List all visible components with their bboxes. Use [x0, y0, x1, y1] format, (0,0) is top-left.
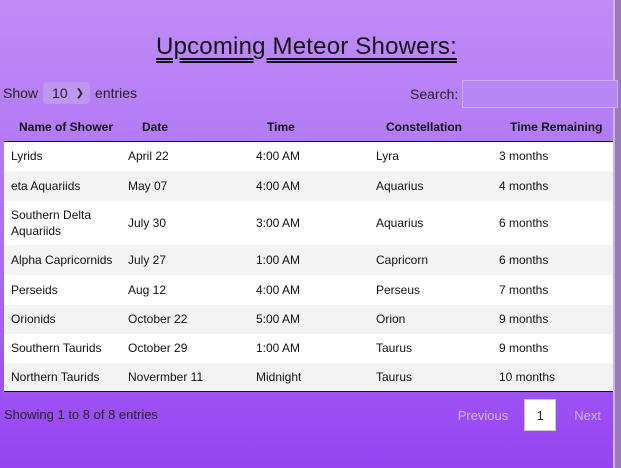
search-input[interactable] [462, 80, 619, 108]
chevron-down-icon: ❯ [75, 87, 85, 99]
window-edge [613, 0, 621, 468]
cell-constellation: Capricorn [376, 252, 429, 267]
entries-select-value: 10 [52, 85, 68, 101]
table-row: Orionids October 22 5:00 AM Orion 9 mont… [4, 304, 613, 334]
cell-time: 1:00 AM [256, 341, 301, 355]
table-row: Lyrids April 22 4:00 AM Lyra 3 months [4, 141, 613, 171]
cell-time: 3:00 AM [256, 215, 301, 230]
cell-time-remaining: 4 months [499, 178, 549, 193]
cell-time: 4:00 AM [256, 282, 301, 297]
cell-time-remaining: 9 months [499, 341, 549, 355]
table-row: Perseids Aug 12 4:00 AM Perseus 7 months [4, 274, 613, 305]
next-page-button[interactable]: Next [574, 408, 601, 423]
column-header-date[interactable]: Date [128, 113, 256, 142]
previous-page-button[interactable]: Previous [458, 408, 509, 423]
cell-time: 1:00 AM [256, 252, 301, 267]
cell-time: Midnight [256, 362, 376, 392]
cell-constellation: Aquarius [376, 178, 424, 193]
cell-date: July 30 [128, 215, 167, 230]
column-header-constellation[interactable]: Constellation [376, 113, 499, 142]
entries-length-control: Show 10 ❯ entries [3, 82, 137, 104]
entries-select[interactable]: 10 ❯ [43, 82, 91, 104]
cell-constellation: Lyra [376, 149, 399, 164]
cell-name: Southern Taurids [11, 341, 102, 355]
cell-constellation: Orion [376, 312, 406, 326]
column-header-time-remaining[interactable]: Time Remaining [499, 113, 613, 142]
table-header-row: Name of Shower Date Time Constellation T… [4, 113, 613, 142]
table-row: Alpha Capricornids July 27 1:00 AM Capri… [4, 244, 613, 275]
column-header-name[interactable]: Name of Shower [4, 113, 128, 142]
cell-time-remaining: 3 months [499, 149, 549, 164]
cell-name: eta Aquariids [11, 178, 81, 193]
cell-constellation: Aquarius [376, 215, 424, 230]
cell-date: July 27 [128, 252, 167, 267]
cell-constellation: Taurus [376, 341, 413, 355]
cell-date: April 22 [128, 149, 169, 164]
table-row: Northern Taurids Novermber 11 Midnight T… [4, 362, 613, 392]
cell-name: Perseids [11, 282, 58, 297]
cell-date: October 29 [128, 341, 188, 355]
cell-time-remaining: 7 months [499, 282, 549, 297]
cell-date: Novermber 11 [128, 362, 256, 392]
entries-label: entries [95, 85, 138, 101]
cell-name: Lyrids [11, 149, 43, 164]
pagination: Previous 1 Next [458, 399, 601, 431]
meteor-showers-table: Name of Shower Date Time Constellation T… [4, 113, 613, 392]
cell-time: 5:00 AM [256, 312, 301, 326]
table-info: Showing 1 to 8 of 8 entries [4, 407, 158, 422]
cell-date: October 22 [128, 312, 188, 326]
cell-time-remaining: 6 months [499, 252, 549, 267]
show-label: Show [3, 85, 39, 101]
cell-name: Northern Taurids [4, 362, 128, 392]
cell-constellation: Perseus [376, 282, 421, 297]
search-label: Search: [410, 86, 459, 102]
page-1-button[interactable]: 1 [524, 399, 557, 431]
cell-time-remaining: 9 months [499, 312, 549, 326]
table-row: eta Aquariids May 07 4:00 AM Aquarius 4 … [4, 170, 613, 201]
cell-name: Orionids [11, 312, 56, 326]
cell-constellation: Taurus [376, 362, 499, 392]
cell-name: Southern Delta Aquariids [11, 207, 92, 238]
cell-time-remaining: 6 months [499, 215, 549, 230]
cell-date: Aug 12 [128, 282, 167, 297]
cell-name: Alpha Capricornids [11, 252, 113, 267]
cell-time: 4:00 AM [256, 149, 301, 164]
column-header-time[interactable]: Time [256, 113, 376, 142]
cell-time: 4:00 AM [256, 178, 301, 193]
search-control: Search: [410, 80, 619, 108]
cell-time-remaining: 10 months [499, 362, 613, 392]
table-row: Southern Taurids October 29 1:00 AM Taur… [4, 333, 613, 363]
page-title: Upcoming Meteor Showers: [156, 33, 457, 60]
cell-date: May 07 [128, 178, 168, 193]
table-row: Southern Delta Aquariids July 30 3:00 AM… [4, 200, 613, 245]
